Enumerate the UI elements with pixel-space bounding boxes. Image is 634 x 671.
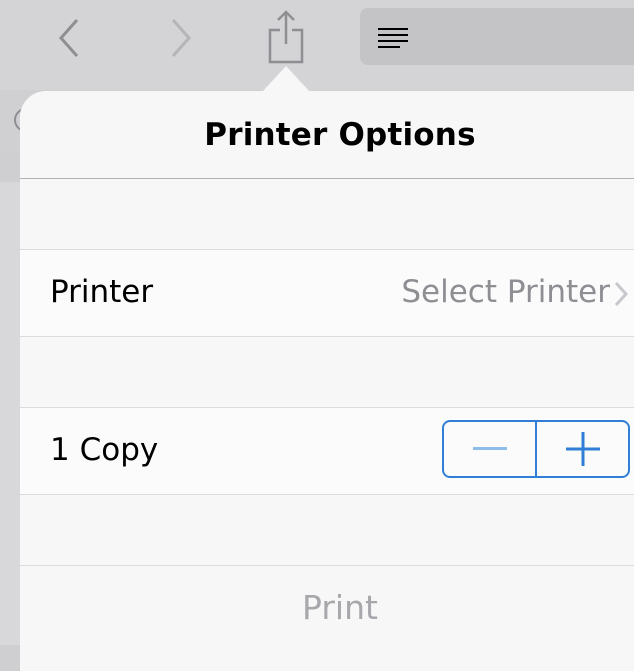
decrement-button[interactable] [444, 422, 537, 476]
popover-title: Printer Options [204, 117, 476, 153]
back-button[interactable] [42, 10, 98, 66]
popover-header: Printer Options [20, 91, 634, 179]
forward-button[interactable] [152, 10, 208, 66]
copies-label: 1 Copy [50, 432, 159, 468]
reader-icon[interactable] [376, 26, 410, 50]
printer-label: Printer [50, 274, 154, 310]
address-bar[interactable] [360, 8, 634, 65]
copies-stepper[interactable] [442, 420, 630, 478]
section-spacer [20, 179, 634, 249]
printer-row[interactable]: Printer Select Printer [20, 249, 634, 337]
back-chevron-icon [58, 19, 79, 57]
select-printer-value: Select Printer [401, 274, 610, 310]
share-button[interactable] [258, 10, 314, 66]
increment-button[interactable] [537, 422, 628, 476]
print-label: Print [302, 588, 378, 627]
copies-row: 1 Copy [20, 407, 634, 495]
printer-options-popover: Printer Options Printer Select Printer 1… [20, 91, 634, 671]
print-button[interactable]: Print [20, 565, 634, 671]
popover-arrow [262, 66, 310, 92]
chevron-right-icon [614, 281, 629, 307]
forward-chevron-icon [171, 19, 192, 57]
plus-icon [565, 432, 600, 466]
share-icon [268, 10, 304, 64]
browser-toolbar [0, 0, 634, 90]
minus-icon [472, 447, 507, 450]
